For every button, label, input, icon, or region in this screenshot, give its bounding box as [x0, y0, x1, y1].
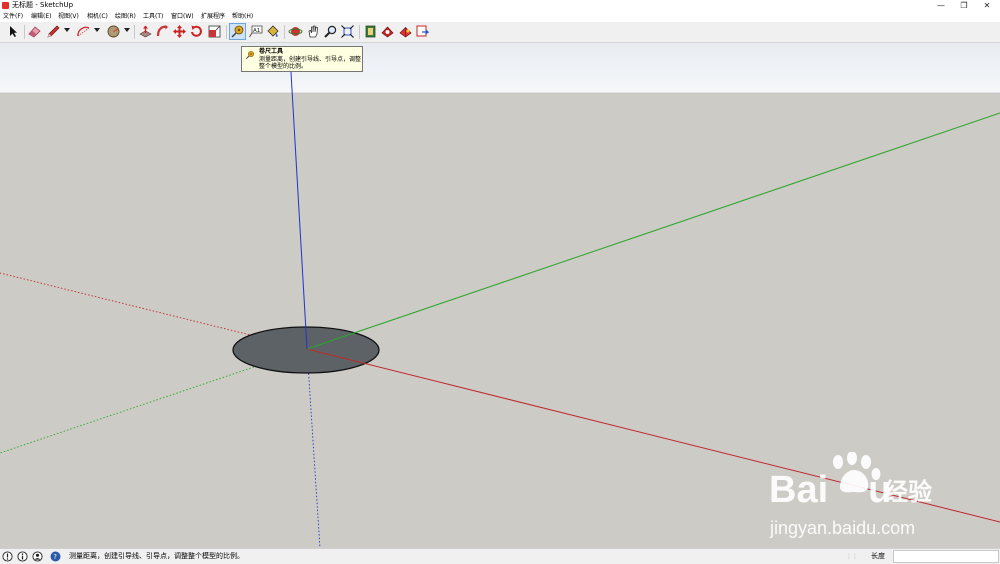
credits-button[interactable] — [17, 551, 28, 562]
hand-pan-icon — [308, 25, 318, 38]
svg-text:A1: A1 — [253, 28, 260, 34]
measurement-label: 长度 — [871, 552, 885, 560]
tape-measure-icon — [245, 51, 254, 60]
layout-icon — [399, 27, 412, 38]
help-icon: ? — [50, 551, 61, 562]
toolbar-separator — [24, 25, 25, 39]
tooltip-description: 测量距离，创建引导线、引导点，调整整个模型的比例。 — [259, 56, 362, 70]
menu-draw[interactable]: 绘图(R) — [115, 13, 136, 21]
arc-icon — [77, 26, 90, 37]
arc-tool-button[interactable] — [76, 24, 91, 39]
user-icon — [32, 551, 43, 562]
paint-bucket-tool-button[interactable] — [265, 24, 280, 39]
layout-tool-button[interactable] — [398, 24, 413, 39]
status-message: 测量距离，创建引导线、引导点，调整整个模型的比例。 — [69, 552, 244, 560]
sign-in-button[interactable] — [32, 551, 43, 562]
toolbar-separator — [226, 25, 227, 39]
sky — [0, 43, 1000, 93]
3d-warehouse-tool-button[interactable] — [363, 24, 378, 39]
eraser-tool-button[interactable] — [27, 24, 42, 39]
instructor-button[interactable]: ? — [50, 551, 61, 562]
info-icon — [17, 551, 28, 562]
orbit-icon — [288, 27, 303, 36]
geo-location-icon — [2, 551, 13, 562]
rotate-icon — [191, 25, 202, 37]
orbit-tool-button[interactable] — [288, 24, 303, 39]
menu-tools[interactable]: 工具(T) — [143, 13, 163, 21]
toolbar-separator — [284, 25, 285, 39]
follow-me-icon — [156, 25, 168, 37]
svg-text:?: ? — [53, 553, 57, 561]
zoom-extents-tool-button[interactable] — [340, 24, 355, 39]
pencil-dropdown-chevron-icon[interactable] — [64, 28, 70, 32]
close-button[interactable]: ✕ — [975, 0, 999, 11]
menu-edit[interactable]: 编辑(E) — [31, 13, 51, 21]
push-pull-tool-button[interactable] — [138, 24, 153, 39]
menu-file[interactable]: 文件(F) — [3, 13, 23, 21]
arrow-cursor-icon — [10, 26, 17, 37]
menu-help[interactable]: 帮助(H) — [232, 13, 253, 21]
tape-measure-icon — [231, 25, 244, 38]
measurement-input[interactable] — [893, 550, 999, 563]
watermark-brand: Bai u — [769, 470, 891, 510]
watermark-brand-start: Bai — [769, 469, 829, 511]
toolbar-separator — [134, 25, 135, 39]
menu-bar: 文件(F) 编辑(E) 视图(V) 相机(C) 绘图(R) 工具(T) 窗口(W… — [0, 11, 1000, 22]
magnifier-icon — [324, 25, 337, 38]
geo-location-button[interactable] — [2, 551, 13, 562]
title-bar: 无标题 - SketchUp — ❐ ✕ — [0, 0, 1000, 11]
toolbar-separator — [359, 25, 360, 39]
minimize-button[interactable]: — — [929, 0, 953, 11]
rotate-tool-button[interactable] — [189, 24, 204, 39]
eraser-icon — [28, 26, 41, 38]
pencil-icon — [47, 25, 60, 38]
menu-view[interactable]: 视图(V) — [58, 13, 79, 21]
sketchup-app-icon — [2, 2, 9, 9]
scale-tool-button[interactable] — [207, 24, 222, 39]
main-toolbar: A1 — [0, 22, 1000, 43]
text-label-icon: A1 — [249, 25, 263, 38]
scale-icon — [208, 25, 221, 38]
zoom-tool-button[interactable] — [323, 24, 338, 39]
arc-dropdown-chevron-icon[interactable] — [94, 28, 100, 32]
push-pull-icon — [139, 25, 152, 38]
watermark-url: jingyan.baidu.com — [770, 518, 916, 538]
resize-grip-icon: ⋮⋮ — [846, 553, 858, 560]
window-title: 无标题 - SketchUp — [12, 1, 74, 9]
zoom-extents-icon — [341, 25, 354, 38]
send-to-layout-tool-button[interactable] — [415, 24, 430, 39]
warehouse-icon — [365, 25, 376, 38]
move-tool-button[interactable] — [172, 24, 187, 39]
extension-warehouse-tool-button[interactable] — [380, 24, 395, 39]
extension-icon — [381, 26, 394, 38]
status-bar: ? 测量距离，创建引导线、引导点，调整整个模型的比例。 ⋮⋮ 长度 — [0, 548, 1000, 564]
watermark-brand-cn: 经验 — [884, 478, 932, 506]
menu-extensions[interactable]: 扩展程序 — [201, 13, 225, 21]
shape-tool-button[interactable] — [106, 24, 121, 39]
tape-measure-tooltip: 卷尺工具 测量距离，创建引导线、引导点，调整整个模型的比例。 — [241, 46, 363, 72]
pencil-tool-button[interactable] — [46, 24, 61, 39]
pan-tool-button[interactable] — [306, 24, 321, 39]
shape-dropdown-chevron-icon[interactable] — [124, 28, 130, 32]
text-tool-button[interactable]: A1 — [248, 24, 263, 39]
tape-measure-tool-button[interactable] — [229, 23, 246, 40]
follow-me-tool-button[interactable] — [155, 24, 170, 39]
menu-window[interactable]: 窗口(W) — [171, 13, 194, 21]
restore-button[interactable]: ❐ — [952, 0, 976, 11]
menu-camera[interactable]: 相机(C) — [87, 13, 108, 21]
send-icon — [416, 25, 430, 37]
tooltip-title: 卷尺工具 — [259, 48, 284, 55]
circle-shape-icon — [107, 25, 120, 38]
paint-bucket-icon — [267, 25, 279, 37]
select-tool-button[interactable] — [6, 24, 21, 39]
move-arrows-icon — [173, 25, 186, 38]
